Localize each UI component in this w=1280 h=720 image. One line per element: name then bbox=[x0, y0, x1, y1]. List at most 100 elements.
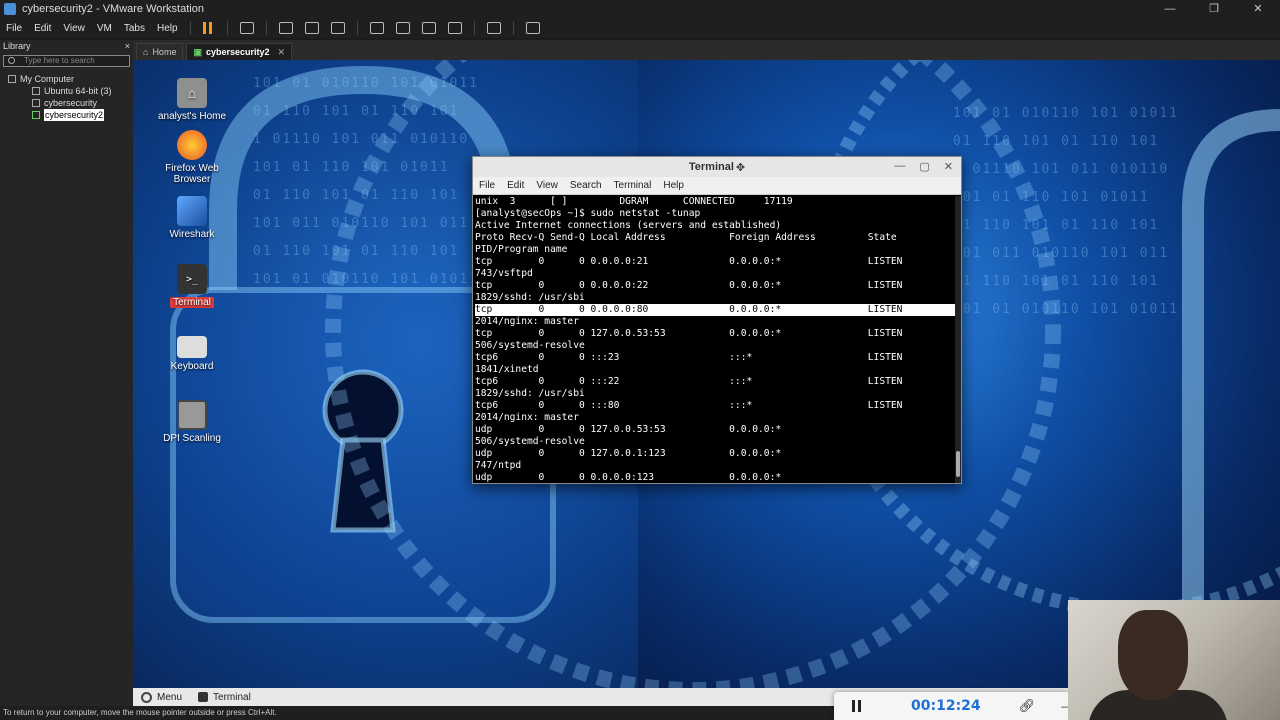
expand-toggle-icon[interactable] bbox=[8, 75, 16, 83]
terminal-line: 743/vsftpd bbox=[475, 268, 533, 279]
terminal-line: 2014/nginx: master bbox=[475, 412, 579, 423]
terminal-icon bbox=[198, 692, 209, 702]
terminal-window[interactable]: Terminal ✥ — ▢ ✕ File Edit View Search T… bbox=[472, 156, 962, 484]
thumbnail-bar-icon[interactable] bbox=[395, 22, 410, 34]
menu-icon bbox=[141, 691, 152, 703]
terminal-menu-view[interactable]: View bbox=[530, 180, 564, 191]
terminal-line: 1841/xinetd bbox=[475, 364, 539, 375]
unity-icon[interactable] bbox=[447, 22, 462, 34]
minimize-button[interactable]: — bbox=[1148, 0, 1192, 18]
search-icon bbox=[8, 57, 15, 64]
tree-node-cybersecurity[interactable]: cybersecurity bbox=[0, 97, 133, 109]
move-cursor-icon: ✥ bbox=[735, 161, 746, 174]
vm-running-icon bbox=[32, 111, 40, 119]
toolbar-divider bbox=[473, 21, 475, 35]
vm-tabs: ⌂ Home ▣ cybersecurity2 ✕ bbox=[133, 40, 1280, 60]
revert-snapshot-icon[interactable] bbox=[304, 22, 319, 34]
terminal-line: tcp 0 0 127.0.0.53:53 0.0.0.0:* LISTEN bbox=[475, 328, 903, 339]
terminal-line: udp 0 0 127.0.0.53:53 0.0.0.0:* bbox=[475, 424, 782, 435]
tree-node-ubuntu[interactable]: Ubuntu 64-bit (3) bbox=[0, 85, 133, 97]
home-folder-icon: ⌂ bbox=[177, 78, 207, 108]
maximize-button[interactable]: ❐ bbox=[1192, 0, 1236, 18]
vmware-menubar: File Edit View VM Tabs Help bbox=[0, 18, 1280, 38]
menu-help[interactable]: Help bbox=[151, 23, 184, 34]
terminal-line: [analyst@secOps ~]$ sudo netstat -tunap bbox=[475, 208, 701, 219]
terminal-line: 1829/sshd: /usr/sbi bbox=[475, 388, 585, 399]
send-ctrl-alt-del-icon[interactable] bbox=[239, 22, 254, 34]
terminal-window-controls: — ▢ ✕ bbox=[894, 160, 953, 173]
terminal-line: Proto Recv-Q Send-Q Local Address Foreig… bbox=[475, 232, 897, 243]
terminal-line: tcp6 0 0 :::23 :::* LISTEN bbox=[475, 352, 903, 363]
tab-home[interactable]: ⌂ Home bbox=[136, 43, 184, 60]
desktop-icon-wireshark[interactable]: Wireshark bbox=[156, 196, 228, 240]
home-icon: ⌂ bbox=[143, 47, 149, 57]
suspend-vm-button[interactable] bbox=[202, 22, 215, 34]
library-header: Library × bbox=[0, 40, 133, 53]
terminal-menu-file[interactable]: File bbox=[473, 180, 501, 191]
terminal-line: udp 0 0 127.0.0.1:123 0.0.0.0:* bbox=[475, 448, 782, 459]
close-window-button[interactable]: ✕ bbox=[1236, 0, 1280, 18]
menu-file[interactable]: File bbox=[0, 23, 28, 34]
close-tab-icon[interactable]: ✕ bbox=[278, 47, 286, 58]
terminal-line: PID/Program name bbox=[475, 244, 568, 255]
desktop-icon-home[interactable]: ⌂ analyst's Home bbox=[156, 78, 228, 122]
terminal-scrollbar[interactable] bbox=[955, 196, 961, 483]
terminal-menubar: File Edit View Search Terminal Help bbox=[473, 177, 961, 195]
snapshot-icon[interactable] bbox=[278, 22, 293, 34]
tree-node-my-computer[interactable]: My Computer bbox=[0, 73, 133, 85]
screen-recorder-widget: 00:12:24 🔗︎ — bbox=[834, 692, 1073, 720]
library-search-input[interactable]: Type here to search bbox=[3, 55, 130, 67]
terminal-minimize-button[interactable]: — bbox=[894, 160, 905, 173]
vmware-logo-icon bbox=[4, 3, 16, 15]
recorder-pause-button[interactable] bbox=[852, 700, 861, 712]
menu-edit[interactable]: Edit bbox=[28, 23, 57, 34]
terminal-line: tcp 0 0 0.0.0.0:80 0.0.0.0:* LISTEN bbox=[475, 304, 955, 316]
stretch-guest-icon[interactable] bbox=[525, 22, 540, 34]
terminal-titlebar[interactable]: Terminal ✥ — ▢ ✕ bbox=[473, 157, 961, 177]
full-screen-icon[interactable] bbox=[421, 22, 436, 34]
library-search-placeholder: Type here to search bbox=[24, 56, 95, 65]
webcam-person-head bbox=[1118, 610, 1188, 700]
terminal-menu-edit[interactable]: Edit bbox=[501, 180, 530, 191]
webcam-overlay bbox=[1068, 600, 1280, 720]
desktop-icon-firefox[interactable]: Firefox Web Browser bbox=[156, 130, 228, 185]
link-icon[interactable]: 🔗︎ bbox=[1019, 698, 1036, 714]
vmware-titlebar: cybersecurity2 - VMware Workstation — ❐ … bbox=[0, 0, 1280, 18]
vm-icon bbox=[32, 87, 40, 95]
library-panel: Library × Type here to search My Compute… bbox=[0, 40, 133, 708]
recorder-timer: 00:12:24 bbox=[911, 698, 981, 714]
tree-node-cybersecurity2[interactable]: cybersecurity2 bbox=[0, 109, 133, 121]
screenshot-icon bbox=[177, 400, 207, 430]
taskbar-terminal-item[interactable]: Terminal bbox=[190, 692, 259, 703]
library-title: Library bbox=[3, 41, 31, 51]
terminal-menu-search[interactable]: Search bbox=[564, 180, 608, 191]
terminal-menu-terminal[interactable]: Terminal bbox=[608, 180, 658, 191]
desktop-icon-screenshot[interactable]: DPI Scanling bbox=[156, 400, 228, 444]
menu-view[interactable]: View bbox=[57, 23, 91, 34]
terminal-output[interactable]: unix 3 [ ] DGRAM CONNECTED 17119 [analyst… bbox=[473, 196, 955, 483]
tab-cybersecurity2[interactable]: ▣ cybersecurity2 ✕ bbox=[186, 43, 293, 60]
scrollbar-thumb[interactable] bbox=[956, 451, 960, 477]
desktop-icon-terminal[interactable]: >_ Terminal bbox=[156, 264, 228, 308]
terminal-line: tcp6 0 0 :::80 :::* LISTEN bbox=[475, 400, 903, 411]
terminal-maximize-button[interactable]: ▢ bbox=[919, 160, 929, 173]
terminal-line: Active Internet connections (servers and… bbox=[475, 220, 782, 231]
snapshot-manager-icon[interactable] bbox=[330, 22, 345, 34]
vm-icon bbox=[32, 99, 40, 107]
terminal-menu-help[interactable]: Help bbox=[657, 180, 690, 191]
show-library-icon[interactable] bbox=[369, 22, 384, 34]
terminal-line: udp 0 0 0.0.0.0:123 0.0.0.0:* bbox=[475, 472, 782, 483]
terminal-close-button[interactable]: ✕ bbox=[944, 160, 953, 173]
wireshark-icon bbox=[177, 196, 207, 226]
console-view-icon[interactable] bbox=[486, 22, 501, 34]
menu-tabs[interactable]: Tabs bbox=[118, 23, 151, 34]
desktop-icon-keyboard[interactable]: Keyboard bbox=[156, 332, 228, 372]
library-close-button[interactable]: × bbox=[125, 41, 130, 52]
window-title: cybersecurity2 - VMware Workstation bbox=[22, 3, 204, 15]
taskbar-menu-button[interactable]: Menu bbox=[133, 691, 190, 703]
toolbar-divider bbox=[512, 21, 514, 35]
toolbar-divider bbox=[226, 21, 228, 35]
firefox-icon bbox=[177, 130, 207, 160]
menu-vm[interactable]: VM bbox=[91, 23, 118, 34]
toolbar-divider bbox=[189, 21, 191, 35]
